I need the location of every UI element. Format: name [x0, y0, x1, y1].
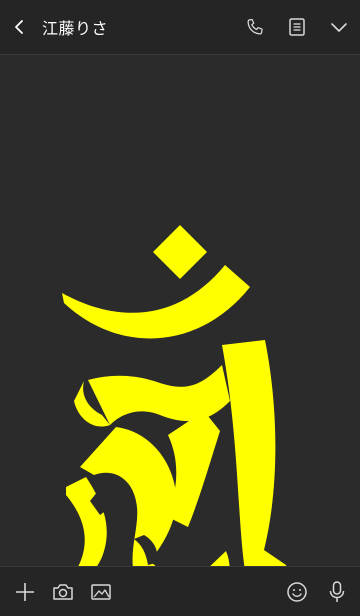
camera-icon	[53, 584, 73, 600]
chevron-down-icon	[331, 23, 347, 32]
microphone-icon	[329, 581, 345, 602]
input-toolbar	[0, 566, 360, 616]
smiley-icon	[287, 582, 307, 602]
header-actions	[234, 0, 360, 54]
chat-title: 江藤りさ	[42, 19, 109, 38]
notes-button[interactable]	[276, 0, 318, 54]
camera-button[interactable]	[44, 567, 82, 616]
chat-screen: 江藤りさ	[0, 0, 360, 616]
call-button[interactable]	[234, 0, 276, 54]
back-button[interactable]	[0, 0, 40, 54]
emoji-button[interactable]	[278, 567, 316, 616]
image-icon	[91, 584, 111, 600]
chat-header: 江藤りさ	[0, 0, 360, 54]
sanskrit-glyph-image	[62, 225, 298, 616]
add-button[interactable]	[6, 567, 44, 616]
plus-icon	[16, 583, 34, 601]
image-button[interactable]	[82, 567, 120, 616]
mic-button[interactable]	[318, 567, 356, 616]
menu-button[interactable]	[318, 0, 360, 54]
chevron-left-icon	[15, 20, 23, 34]
chat-area[interactable]	[0, 55, 360, 616]
phone-icon	[247, 18, 263, 35]
message-input[interactable]	[128, 577, 274, 607]
notes-icon	[289, 18, 305, 36]
